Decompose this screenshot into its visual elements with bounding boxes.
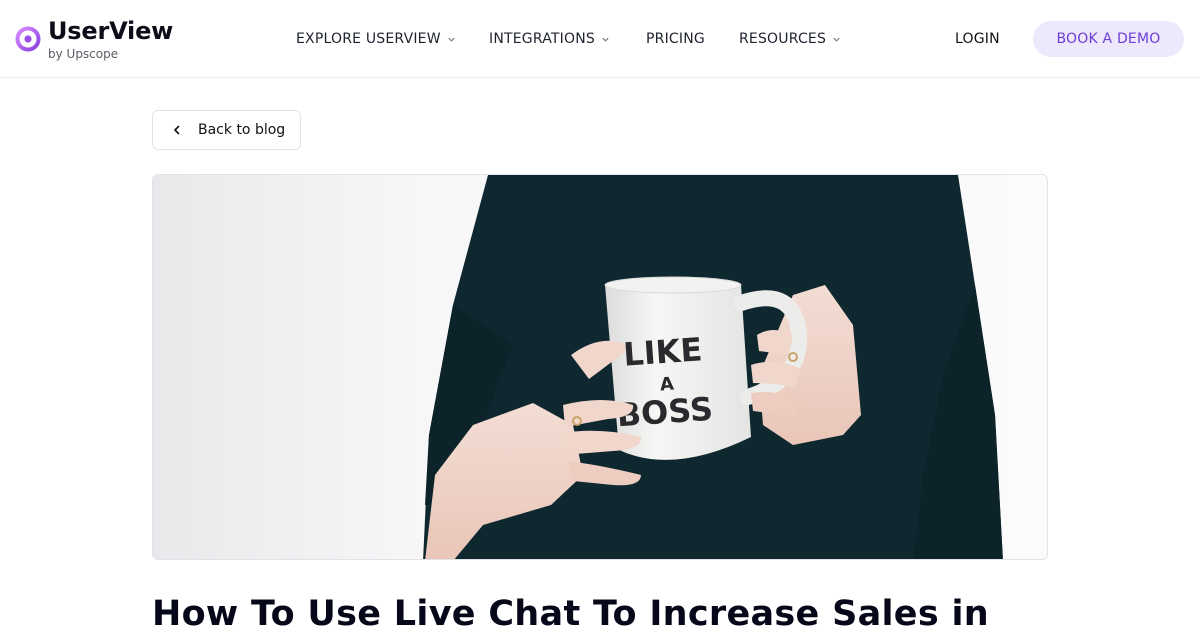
site-header: UserView by Upscope EXPLORE USERVIEW INT…: [0, 0, 1200, 78]
nav-explore-userview[interactable]: EXPLORE USERVIEW: [296, 30, 456, 48]
nav-integrations[interactable]: INTEGRATIONS: [489, 30, 610, 48]
brand-name: UserView: [48, 17, 174, 45]
nav-label: EXPLORE USERVIEW: [296, 31, 441, 47]
hero-image: LIKE A BOSS: [152, 174, 1048, 560]
back-to-blog-button[interactable]: Back to blog: [152, 110, 301, 150]
nav-label: INTEGRATIONS: [489, 31, 595, 47]
chevron-down-icon: [448, 37, 455, 42]
brand-subtitle: by Upscope: [48, 47, 119, 61]
chevron-down-icon: [833, 37, 840, 42]
mug-text-line1: LIKE: [622, 330, 703, 373]
login-link[interactable]: LOGIN: [955, 30, 1000, 48]
nav-resources[interactable]: RESOURCES: [739, 30, 841, 48]
nav-label: PRICING: [646, 31, 705, 47]
userview-logo-icon: [15, 26, 41, 52]
back-label: Back to blog: [198, 122, 286, 138]
nav-label: RESOURCES: [739, 31, 827, 47]
article-title: How To Use Live Chat To Increase Sales i…: [152, 594, 989, 630]
nav-pricing[interactable]: PRICING: [646, 30, 705, 48]
chevron-left-icon: [174, 125, 180, 135]
brand-logo[interactable]: UserView by Upscope: [15, 17, 173, 62]
hero-photo: LIKE A BOSS: [153, 175, 1047, 559]
chevron-down-icon: [602, 37, 609, 42]
book-demo-button[interactable]: BOOK A DEMO: [1033, 21, 1184, 57]
